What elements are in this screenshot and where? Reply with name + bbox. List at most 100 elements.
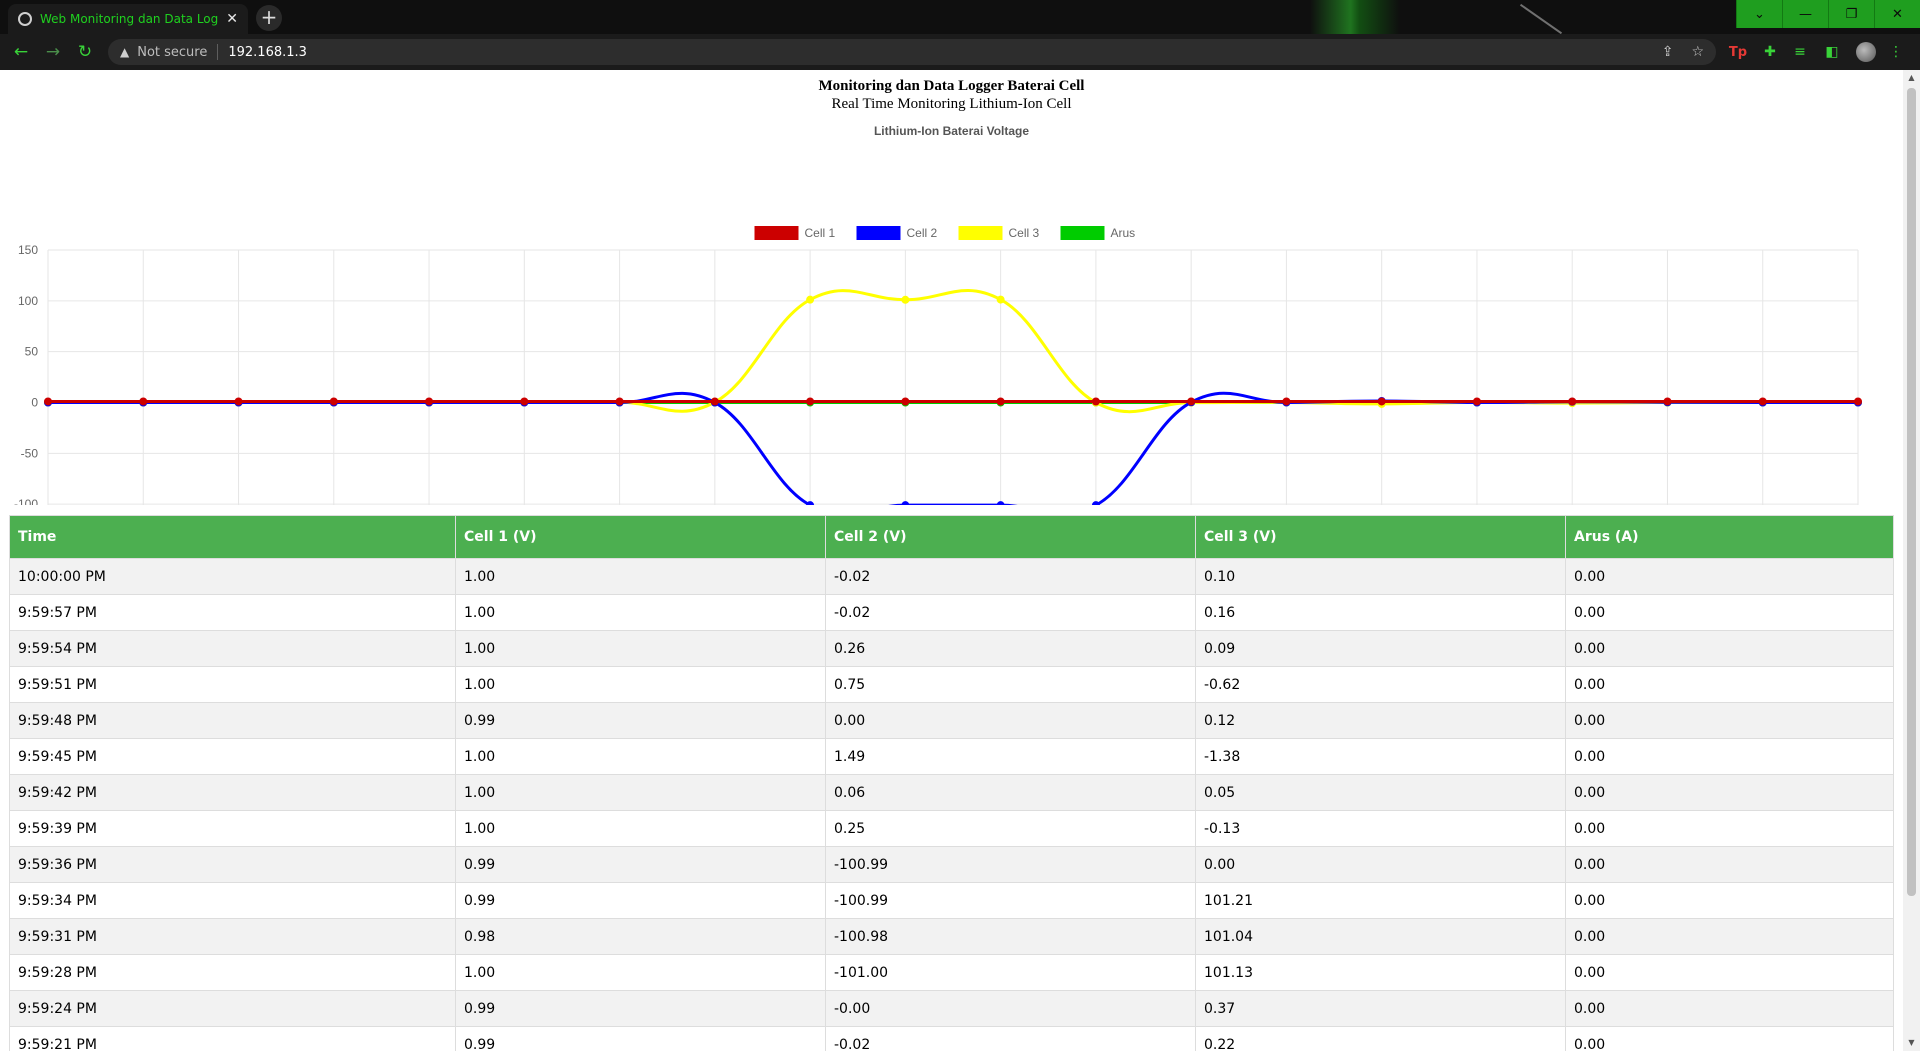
- table-cell: 9:59:21 PM: [9, 1026, 456, 1051]
- table-cell: 0.99: [455, 702, 826, 739]
- tab-title: Web Monitoring dan Data Logger Baterai C…: [40, 12, 219, 26]
- table-cell: -100.99: [825, 846, 1196, 883]
- table-cell: 101.13: [1195, 954, 1566, 991]
- wallpaper-streak: [1519, 3, 1563, 34]
- table-cell: 0.00: [1565, 810, 1894, 847]
- table-cell: 0.00: [1565, 594, 1894, 631]
- table-cell: 10:00:00 PM: [9, 558, 456, 595]
- page-content: Monitoring dan Data Logger Baterai Cell …: [0, 70, 1903, 1051]
- table-cell: 9:59:28 PM: [9, 954, 456, 991]
- data-point-cell-2: [901, 501, 910, 505]
- y-tick-label: 0: [31, 396, 38, 410]
- table-cell: 0.99: [455, 990, 826, 1027]
- table-cell: 0.37: [1195, 990, 1566, 1027]
- table-cell: 0.00: [1565, 774, 1894, 811]
- forward-icon[interactable]: →: [40, 34, 66, 70]
- legend-label: Cell 1: [805, 226, 836, 240]
- series-line-cell-3: [48, 289, 1859, 414]
- data-point-cell-1: [329, 397, 338, 406]
- reload-icon[interactable]: ↻: [72, 34, 98, 70]
- close-window-icon[interactable]: ✕: [1874, 0, 1920, 28]
- restore-icon[interactable]: ❐: [1828, 0, 1874, 28]
- address-bar[interactable]: ▲ Not secure 192.168.1.3 ⇪ ☆: [108, 39, 1716, 65]
- legend-swatch-cell-3: [958, 226, 1003, 240]
- scrollbar-thumb[interactable]: [1907, 88, 1916, 896]
- table-cell: 9:59:48 PM: [9, 702, 456, 739]
- globe-icon: [18, 12, 32, 26]
- browser-tab-active[interactable]: Web Monitoring dan Data Logger Baterai C…: [8, 4, 248, 34]
- data-point-cell-1: [1377, 397, 1386, 406]
- profile-avatar[interactable]: [1852, 34, 1880, 70]
- data-point-cell-1: [1187, 397, 1196, 406]
- table-cell: -0.13: [1195, 810, 1566, 847]
- table-cell: 0.09: [1195, 630, 1566, 667]
- table-row: 9:59:34 PM 0.99 -100.99 101.21 0.00: [9, 882, 1894, 919]
- table-cell: 0.10: [1195, 558, 1566, 595]
- table-cell: 1.00: [455, 738, 826, 775]
- scroll-down-arrow-icon[interactable]: ▼: [1903, 1035, 1920, 1051]
- data-point-cell-1: [1472, 397, 1481, 406]
- tp-extension-icon[interactable]: Tp: [1724, 34, 1752, 70]
- data-log-table: Time Cell 1 (V) Cell 2 (V) Cell 3 (V) Ar…: [9, 515, 1894, 1051]
- table-row: 9:59:39 PM 1.00 0.25 -0.13 0.00: [9, 810, 1894, 847]
- table-cell: 0.00: [1565, 846, 1894, 883]
- voltage-line-chart: 150100500-50-100-1509:59:03 PM9:59:06 PM…: [14, 226, 1862, 505]
- security-label[interactable]: Not secure: [137, 45, 207, 60]
- y-tick-label: -50: [21, 446, 39, 460]
- table-cell: 9:59:24 PM: [9, 990, 456, 1027]
- table-cell: 0.00: [1565, 990, 1894, 1027]
- tab-search-icon[interactable]: ⌄: [1736, 0, 1782, 28]
- table-cell: 9:59:54 PM: [9, 630, 456, 667]
- table-cell: -1.38: [1195, 738, 1566, 775]
- table-row: 9:59:51 PM 1.00 0.75 -0.62 0.00: [9, 666, 1894, 703]
- table-row: 9:59:36 PM 0.99 -100.99 0.00 0.00: [9, 846, 1894, 883]
- menu-kebab-icon[interactable]: ⋮: [1882, 34, 1910, 70]
- data-point-cell-1: [710, 397, 719, 406]
- close-tab-icon[interactable]: ✕: [226, 11, 238, 27]
- share-icon[interactable]: ⇪: [1662, 44, 1674, 60]
- data-point-cell-1: [520, 397, 529, 406]
- table-cell: 0.00: [1565, 1026, 1894, 1051]
- table-cell: 9:59:39 PM: [9, 810, 456, 847]
- new-tab-button[interactable]: +: [256, 5, 282, 31]
- table-cell: 101.21: [1195, 882, 1566, 919]
- chart-title: Lithium-Ion Baterai Voltage: [873, 124, 1030, 138]
- table-cell: -0.02: [825, 1026, 1196, 1051]
- table-cell: 0.00: [1565, 882, 1894, 919]
- data-point-cell-2: [996, 501, 1005, 505]
- table-cell: 1.00: [455, 774, 826, 811]
- bookmark-star-icon[interactable]: ☆: [1691, 44, 1704, 60]
- browser-tab-bar: Web Monitoring dan Data Logger Baterai C…: [0, 0, 1920, 34]
- minimize-icon[interactable]: —: [1782, 0, 1828, 28]
- table-row: 9:59:42 PM 1.00 0.06 0.05 0.00: [9, 774, 1894, 811]
- data-point-cell-1: [996, 397, 1005, 406]
- wallpaper-glow: [1310, 0, 1400, 34]
- back-icon[interactable]: ←: [8, 34, 34, 70]
- table-cell: 9:59:34 PM: [9, 882, 456, 919]
- data-point-cell-3: [806, 295, 815, 304]
- data-point-cell-3: [901, 295, 910, 304]
- table-cell: 0.22: [1195, 1026, 1566, 1051]
- page-scrollbar[interactable]: ▲ ▼: [1903, 70, 1920, 1051]
- media-queue-icon[interactable]: ≡: [1786, 34, 1814, 70]
- data-point-cell-1: [1091, 397, 1100, 406]
- table-cell: 0.06: [825, 774, 1196, 811]
- legend-label: Cell 3: [1009, 226, 1040, 240]
- table-header-row: Time Cell 1 (V) Cell 2 (V) Cell 3 (V) Ar…: [9, 515, 1894, 559]
- address-bar-actions: ⇪ ☆: [1662, 39, 1704, 65]
- table-row: 9:59:57 PM 1.00 -0.02 0.16 0.00: [9, 594, 1894, 631]
- data-point-cell-1: [901, 397, 910, 406]
- table-row: 9:59:31 PM 0.98 -100.98 101.04 0.00: [9, 918, 1894, 955]
- extensions-puzzle-icon[interactable]: ✚: [1756, 34, 1784, 70]
- col-header-cell3: Cell 3 (V): [1195, 515, 1566, 559]
- scroll-up-arrow-icon[interactable]: ▲: [1903, 70, 1920, 86]
- warning-icon[interactable]: ▲: [120, 45, 129, 59]
- table-cell: 0.26: [825, 630, 1196, 667]
- url-text[interactable]: 192.168.1.3: [228, 45, 307, 60]
- table-cell: 0.99: [455, 882, 826, 919]
- col-header-arus: Arus (A): [1565, 515, 1894, 559]
- table-cell: 0.00: [825, 702, 1196, 739]
- side-panel-icon[interactable]: ◧: [1818, 34, 1846, 70]
- y-tick-label: -100: [14, 497, 38, 505]
- table-cell: 0.12: [1195, 702, 1566, 739]
